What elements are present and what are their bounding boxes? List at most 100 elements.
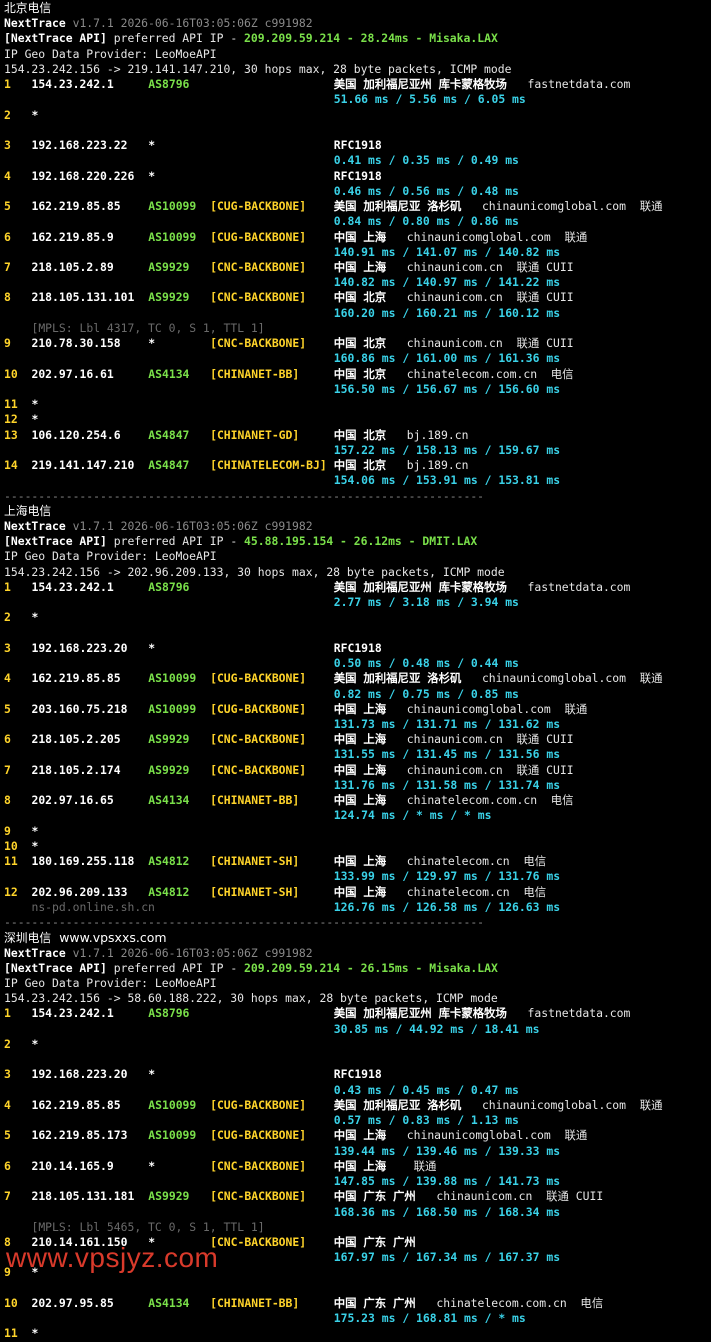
hop-tag: [CUG-BACKBONE] xyxy=(210,1097,307,1112)
geo-provider-text: IP Geo Data Provider: LeoMoeAPI xyxy=(4,549,217,564)
api-latency: 28.24ms xyxy=(360,31,409,46)
api-label: preferred API IP - xyxy=(113,534,245,549)
hop-rtt-row: 160.86 ms / 161.00 ms / 161.36 ms xyxy=(4,351,711,366)
hop-host: chinaunicom.cn xyxy=(406,259,503,274)
hop-geo-group: 中国 北京 chinaunicom.cn 联通 CUII xyxy=(334,290,574,305)
hop-row: 13 106.120.254.6 AS4847 [CHINANET-GD] 中国 北京 … xyxy=(4,428,711,443)
nexttrace-version: v1.7.1 2026-06-16T03:05:06Z c991982 xyxy=(72,945,313,960)
hop-row: 5 203.160.75.218 AS10099 [CUG-BACKBONE] 中国 上… xyxy=(4,702,711,717)
hop-isp: 联通 CUII xyxy=(516,762,574,777)
hop-ip: 210.14.165.9 xyxy=(31,1158,114,1173)
hop-ip: 202.97.16.61 xyxy=(31,366,114,381)
hop-rtt: 126.76 ms / 126.58 ms / 126.63 ms xyxy=(333,899,561,914)
api-label: preferred API IP - xyxy=(113,960,245,975)
hop-ip: 162.219.85.85 xyxy=(31,1097,121,1112)
hop-geo-group: 中国 广东 广州 chinatelecom.com.cn 电信 xyxy=(334,1296,603,1311)
section-separator: ----------------------------------------… xyxy=(4,915,711,930)
hop-asn: AS10099 xyxy=(148,671,197,686)
hop-number: 9 xyxy=(4,823,11,838)
api-line: [NextTrace API] preferred API IP - 209.2… xyxy=(4,31,711,46)
hop-geo-group: 中国 广东 广州 xyxy=(334,1235,416,1250)
hop-number: 12 xyxy=(4,884,18,899)
hop-row: 3 192.168.223.22 * RFC1918 xyxy=(4,138,711,153)
nexttrace-version: v1.7.1 2026-06-16T03:05:06Z c991982 xyxy=(72,518,313,533)
api-sep2: - xyxy=(408,31,430,46)
hop-geo: 中国 上海 xyxy=(333,793,387,808)
hop-isp: 联通 xyxy=(639,1097,663,1112)
hop-asn: AS4847 xyxy=(148,458,190,473)
hop-asn: AS4812 xyxy=(148,854,190,869)
hop-host: chinaunicomglobal.com xyxy=(481,1097,626,1112)
hop-mpls-row: [MPLS: Lbl 4317, TC 0, S 1, TTL 1] xyxy=(4,321,711,336)
hop-isp: 联通 xyxy=(639,199,663,214)
hop-isp: 电信 xyxy=(550,793,574,808)
hop-timeout: * xyxy=(31,1036,39,1051)
hop-geo: 中国 上海 xyxy=(333,884,387,899)
api-latency: 26.12ms xyxy=(353,534,402,549)
hop-geo-group: 美国 加利福尼亚 洛杉矶 chinaunicomglobal.com 联通 xyxy=(334,1098,663,1113)
hop-rtt: 139.44 ms / 139.46 ms / 139.33 ms xyxy=(333,1143,561,1158)
nexttrace-banner: NextTrace v1.7.1 2026-06-16T03:05:06Z c9… xyxy=(4,946,711,961)
hop-timeout: * xyxy=(31,1326,39,1341)
hop-asn: AS4812 xyxy=(148,884,190,899)
route-line: 154.23.242.156 -> 202.96.209.133, 30 hop… xyxy=(4,565,711,580)
hop-asn: AS10099 xyxy=(148,1097,197,1112)
hop-geo: RFC1918 xyxy=(333,138,382,153)
hop-geo: 中国 上海 xyxy=(333,854,387,869)
hop-row: 8 218.105.131.101 AS9929 [CNC-BACKBONE] 中国 北… xyxy=(4,290,711,305)
hop-isp: 电信 xyxy=(580,1295,604,1310)
hop-rtt: 168.36 ms / 168.50 ms / 168.34 ms xyxy=(333,1204,561,1219)
hop-row: 2 * xyxy=(4,108,711,123)
hop-number: 7 xyxy=(4,259,11,274)
hop-geo: 中国 广东 广州 xyxy=(333,1234,416,1249)
hop-geo-group: 中国 上海 chinatelecom.cn 电信 xyxy=(334,854,546,869)
hop-number: 12 xyxy=(4,412,18,427)
hop-geo: 美国 加利福尼亚州 库卡蒙格牧场 xyxy=(333,1006,507,1021)
hop-rtt: 160.86 ms / 161.00 ms / 161.36 ms xyxy=(333,351,561,366)
hop-number: 3 xyxy=(4,138,11,153)
hop-asn: * xyxy=(148,1067,156,1082)
hop-timeout: * xyxy=(31,610,39,625)
hop-rtt: 0.50 ms / 0.48 ms / 0.44 ms xyxy=(333,656,519,671)
hop-ip: 218.105.2.205 xyxy=(31,732,121,747)
api-sep: - xyxy=(340,31,361,46)
hop-asn: * xyxy=(148,640,156,655)
hop-rtt-row: 168.36 ms / 168.50 ms / 168.34 ms xyxy=(4,1205,711,1220)
hop-rtt: 0.46 ms / 0.56 ms / 0.48 ms xyxy=(333,183,519,198)
hop-geo: 中国 上海 xyxy=(333,732,387,747)
hop-geo: RFC1918 xyxy=(333,168,382,183)
hop-geo-group: RFC1918 xyxy=(334,169,382,184)
hop-rtt-row: 131.73 ms / 131.71 ms / 131.62 ms xyxy=(4,717,711,732)
hop-ip: 154.23.242.1 xyxy=(31,579,114,594)
hop-number: 4 xyxy=(4,1097,11,1112)
hop-isp: 电信 xyxy=(523,854,547,869)
hop-ip: 203.160.75.218 xyxy=(31,701,128,716)
hop-number: 2 xyxy=(4,107,11,122)
hop-tag: [CNC-BACKBONE] xyxy=(210,336,307,351)
hop-geo-group: 中国 北京 chinaunicom.cn 联通 CUII xyxy=(334,336,574,351)
hop-rtt-row: ns-pd.online.sh.cn 126.76 ms / 126.58 ms … xyxy=(4,900,711,915)
hop-row: 11 * xyxy=(4,1326,711,1341)
hop-ip: 202.97.95.85 xyxy=(31,1295,114,1310)
nexttrace-version: v1.7.1 2026-06-16T03:05:06Z c991982 xyxy=(72,16,313,31)
hop-host: chinatelecom.com.cn xyxy=(436,1295,567,1310)
geo-provider: IP Geo Data Provider: LeoMoeAPI xyxy=(4,976,711,991)
hop-number: 6 xyxy=(4,1158,11,1173)
hop-number: 11 xyxy=(4,397,18,412)
hop-timeout: * xyxy=(31,107,39,122)
hop-ip: 162.219.85.173 xyxy=(31,1128,128,1143)
hop-rtt: 0.43 ms / 0.45 ms / 0.47 ms xyxy=(333,1082,519,1097)
hop-number: 10 xyxy=(4,366,18,381)
hop-tag: [CNC-BACKBONE] xyxy=(210,259,307,274)
hop-number: 3 xyxy=(4,1067,11,1082)
hop-tag: [CHINANET-BB] xyxy=(210,793,300,808)
hop-isp: 联通 xyxy=(413,1158,437,1173)
hop-row: 11 * xyxy=(4,397,711,412)
hop-number: 1 xyxy=(4,579,11,594)
hop-asn: AS9929 xyxy=(148,1189,190,1204)
api-ip: 209.209.59.214 xyxy=(244,31,341,46)
hop-spacer xyxy=(4,1281,711,1296)
hop-row: 4 162.219.85.85 AS10099 [CUG-BACKBONE] 美国 加利… xyxy=(4,671,711,686)
nexttrace-banner: NextTrace v1.7.1 2026-06-16T03:05:06Z c9… xyxy=(4,16,711,31)
hop-geo-group: 中国 上海 chinaunicom.cn 联通 CUII xyxy=(334,260,574,275)
